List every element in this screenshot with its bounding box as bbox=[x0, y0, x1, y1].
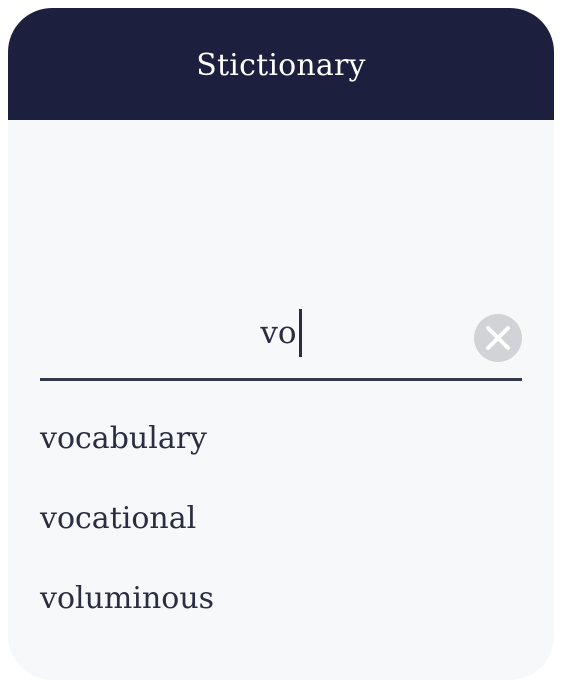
text-caret bbox=[298, 309, 302, 357]
suggestion-item[interactable]: voluminous bbox=[40, 568, 522, 648]
suggestion-item[interactable]: vocational bbox=[40, 488, 522, 568]
suggestion-list: vocabulary vocational voluminous bbox=[40, 408, 522, 648]
app-card: Stictionary vo vocabulary vocational vol… bbox=[8, 8, 554, 680]
clear-search-button[interactable] bbox=[474, 314, 522, 362]
search-underline bbox=[40, 378, 522, 381]
app-header: Stictionary bbox=[8, 8, 554, 120]
close-icon bbox=[486, 326, 510, 350]
search-input[interactable]: vo bbox=[40, 298, 522, 368]
app-title: Stictionary bbox=[196, 47, 366, 83]
search-input-value: vo bbox=[260, 314, 297, 351]
suggestion-item[interactable]: vocabulary bbox=[40, 408, 522, 488]
search-field[interactable]: vo bbox=[40, 298, 522, 381]
